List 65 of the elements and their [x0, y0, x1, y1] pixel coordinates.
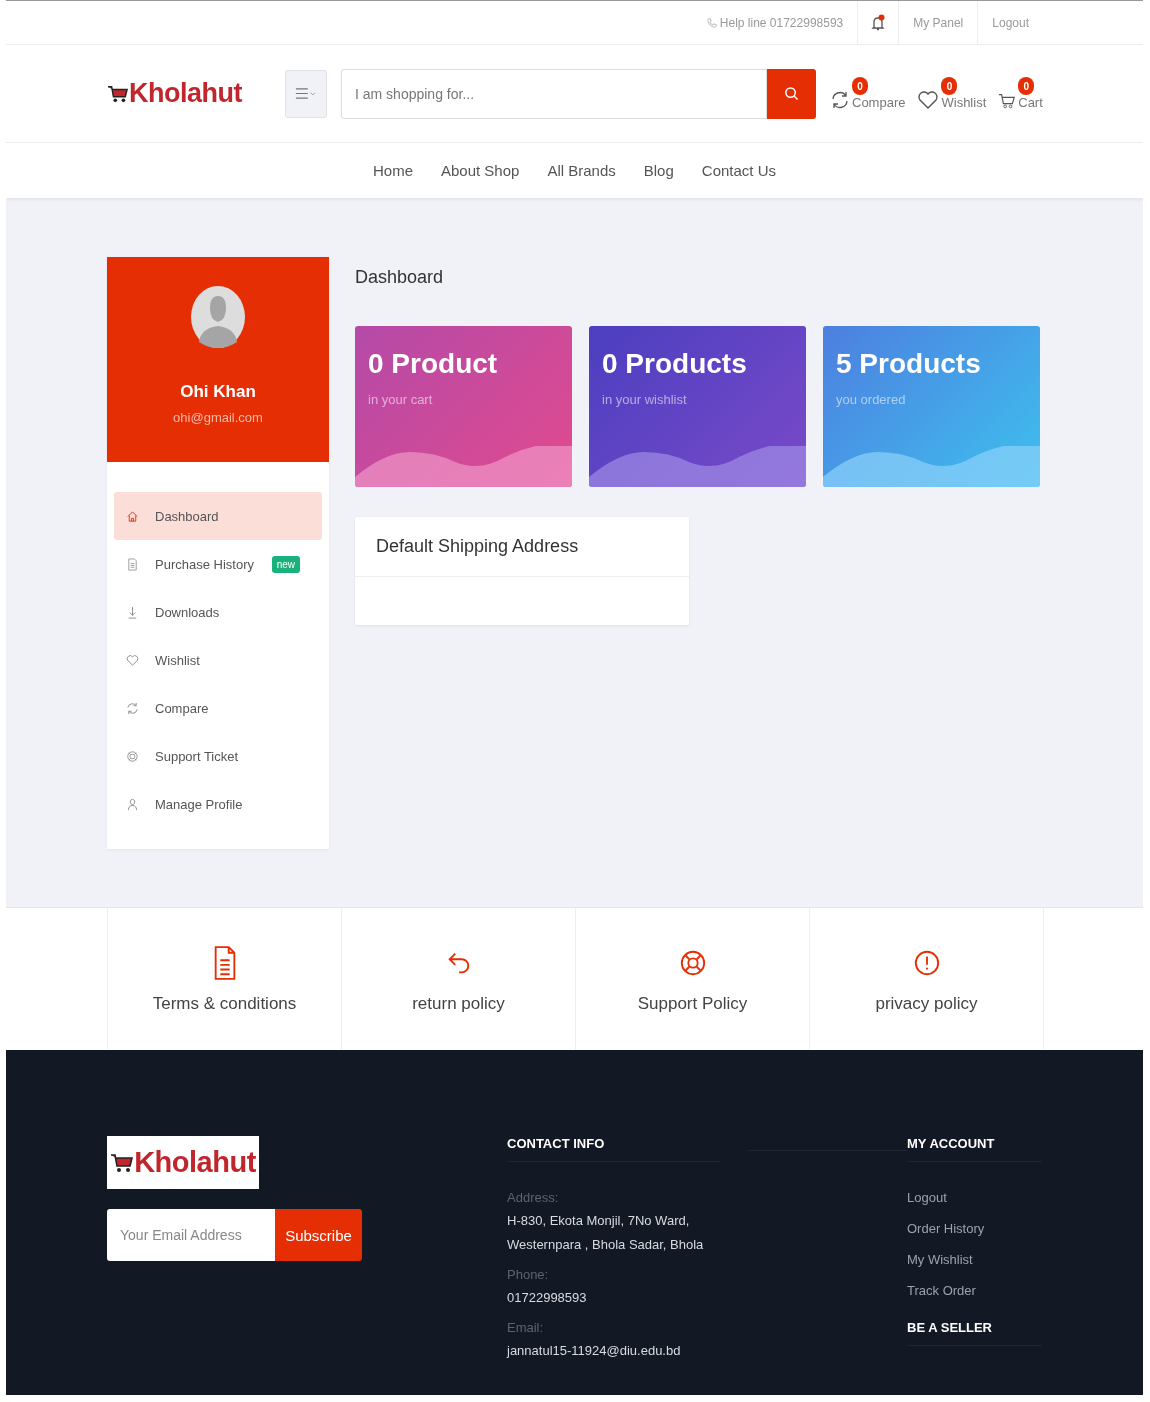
sidebar-item[interactable]: Dashboard [114, 492, 322, 540]
footer-link[interactable]: My Wishlist [907, 1252, 1042, 1267]
search-button[interactable] [767, 68, 816, 119]
footer-heading: BE A SELLER [907, 1320, 1042, 1346]
page-title: Dashboard [355, 267, 445, 288]
footer-link[interactable]: Logout [907, 1190, 1042, 1205]
document-icon [126, 557, 139, 571]
heart-icon [917, 90, 940, 110]
header-counter-link[interactable]: 0 Wishlist [917, 77, 987, 110]
refresh-icon [830, 90, 850, 110]
subscribe-button[interactable]: Subscribe [275, 1209, 362, 1261]
contact-value: H-830, Ekota Monjil, 7No Ward, [507, 1212, 691, 1230]
menu-icon [295, 87, 317, 100]
card-title: Default Shipping Address [355, 517, 689, 577]
nav-link[interactable]: About Shop [441, 162, 520, 179]
nav-link[interactable]: Contact Us [701, 162, 776, 179]
home-icon [126, 509, 139, 523]
phone-icon [706, 17, 717, 28]
stat-caption: in your cart [368, 392, 434, 407]
header-counter-link[interactable]: 0 Compare [830, 77, 906, 110]
notification-bell-icon[interactable] [870, 13, 887, 32]
download-icon [126, 605, 139, 619]
stat-value: 5 Products [836, 348, 982, 380]
profile-email: ohi@gmail.com [173, 410, 263, 425]
cart-icon [998, 92, 1017, 110]
refresh-icon [126, 701, 139, 715]
header-counter-link[interactable]: 0 Cart [998, 77, 1043, 110]
contact-label: Address: [507, 1190, 560, 1205]
heart-icon [126, 653, 139, 667]
footer-heading: CONTACT INFO [507, 1136, 720, 1162]
count-badge: 0 [1018, 77, 1035, 95]
sidebar-item[interactable]: Compare [114, 684, 322, 732]
nav-link[interactable]: Home [373, 162, 413, 179]
stat-value: 0 Product [368, 348, 499, 380]
helpline-text: Help line 01722998593 [692, 15, 858, 30]
footer-heading: MY ACCOUNT [907, 1136, 1042, 1162]
contact-value: 01722998593 [507, 1289, 588, 1307]
count-badge: 0 [941, 77, 958, 95]
avatar-icon [191, 286, 245, 348]
footer-logo[interactable]: Kholahut [107, 1136, 259, 1189]
new-badge: new [271, 555, 300, 573]
nav-link[interactable]: All Brands [547, 162, 616, 179]
footer-link[interactable]: Order History [907, 1221, 1042, 1236]
sidebar-item[interactable]: Wishlist [114, 636, 322, 684]
contact-value: jannatul15-11924@diu.edu.bd [507, 1342, 682, 1360]
user-icon [126, 797, 139, 811]
contact-label: Email: [507, 1320, 545, 1335]
footer-link[interactable]: Track Order [907, 1283, 1042, 1298]
profile-name: Ohi Khan [180, 382, 256, 402]
email-field[interactable]: Your Email Address [107, 1209, 275, 1261]
count-badge: 0 [852, 77, 868, 95]
sidebar-item[interactable]: Support Ticket [114, 732, 322, 780]
sidebar-item[interactable]: Manage Profile [114, 780, 322, 828]
contact-value: Westernpara , Bhola Sadar, Bhola [507, 1236, 705, 1254]
support-icon [126, 749, 139, 763]
logo[interactable]: Kholahut [107, 78, 285, 109]
nav-link[interactable]: Blog [643, 162, 674, 179]
sidebar-item[interactable]: Purchase History new [114, 540, 322, 588]
stat-caption: in your wishlist [602, 392, 688, 407]
stat-value: 0 Products [602, 348, 748, 380]
stat-caption: you ordered [836, 392, 907, 407]
search-field[interactable]: I am shopping for... [341, 68, 767, 119]
contact-label: Phone: [507, 1267, 550, 1282]
sidebar-item[interactable]: Downloads [114, 588, 322, 636]
search-icon [784, 86, 799, 101]
